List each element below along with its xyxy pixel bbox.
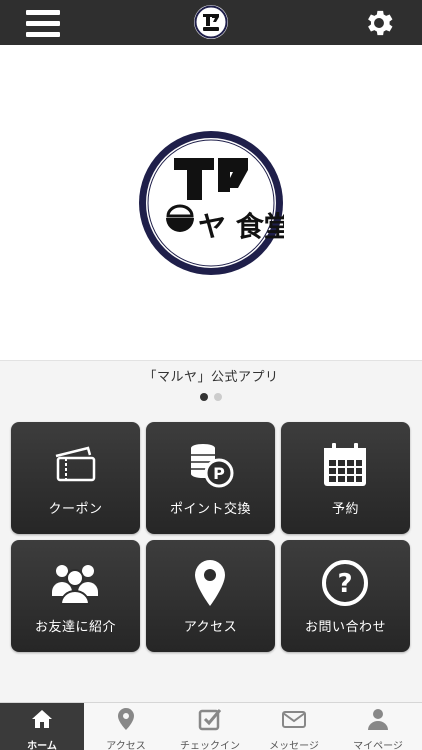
access-label: アクセス	[183, 620, 238, 635]
question-icon: ?	[322, 560, 368, 606]
person-icon	[368, 709, 388, 730]
contact-label: お問い合わせ	[304, 620, 386, 635]
banner-image: ヤ 食堂	[0, 45, 422, 360]
map-pin-icon	[118, 708, 134, 730]
group-icon	[52, 565, 98, 605]
ticket-icon	[55, 446, 96, 482]
hamburger-menu-icon[interactable]	[26, 8, 60, 38]
gear-icon[interactable]	[362, 6, 396, 40]
reservation-label: 予約	[331, 502, 359, 517]
tab-mypage[interactable]: マイページ	[336, 703, 420, 750]
access-tile[interactable]: アクセス	[146, 540, 275, 652]
bottom-tab-bar: ホーム アクセス チェックイン メッセージ マイページ	[0, 702, 422, 750]
coins-icon: P	[191, 444, 234, 488]
tab-home-label: ホーム	[27, 741, 57, 750]
svg-text:?: ?	[337, 569, 352, 599]
carousel-dot[interactable]	[214, 393, 222, 401]
tab-home[interactable]: ホーム	[0, 703, 84, 750]
tab-message[interactable]: メッセージ	[252, 703, 336, 750]
carousel-dots	[0, 393, 422, 401]
checkin-icon	[198, 709, 222, 731]
calendar-icon	[324, 443, 366, 486]
map-pin-icon	[195, 560, 225, 606]
coupon-tile[interactable]: クーポン	[11, 422, 140, 534]
maruya-shokudo-logo: ヤ 食堂	[139, 131, 284, 275]
point-exchange-label: ポイント交換	[169, 502, 251, 517]
invite-friends-tile[interactable]: お友達に紹介	[11, 540, 140, 652]
svg-text:P: P	[213, 464, 225, 483]
reservation-tile[interactable]: 予約	[281, 422, 410, 534]
tab-message-label: メッセージ	[269, 741, 319, 750]
home-icon	[32, 710, 52, 728]
tab-checkin-label: チェックイン	[180, 741, 240, 750]
tab-access-label: アクセス	[106, 741, 146, 750]
header-logo	[194, 5, 228, 39]
app-caption: 「マルヤ」公式アプリ	[143, 370, 279, 385]
invite-friends-label: お友達に紹介	[34, 620, 116, 635]
tab-mypage-label: マイページ	[353, 741, 403, 750]
logo-text: ヤ 食堂	[198, 210, 284, 243]
coupon-label: クーポン	[48, 502, 103, 517]
tab-access[interactable]: アクセス	[84, 703, 168, 750]
carousel-dot[interactable]	[200, 393, 208, 401]
point-exchange-tile[interactable]: P ポイント交換	[146, 422, 275, 534]
envelope-icon	[282, 711, 306, 728]
top-app-bar	[0, 0, 422, 45]
contact-tile[interactable]: ? お問い合わせ	[281, 540, 410, 652]
tab-checkin[interactable]: チェックイン	[168, 703, 252, 750]
